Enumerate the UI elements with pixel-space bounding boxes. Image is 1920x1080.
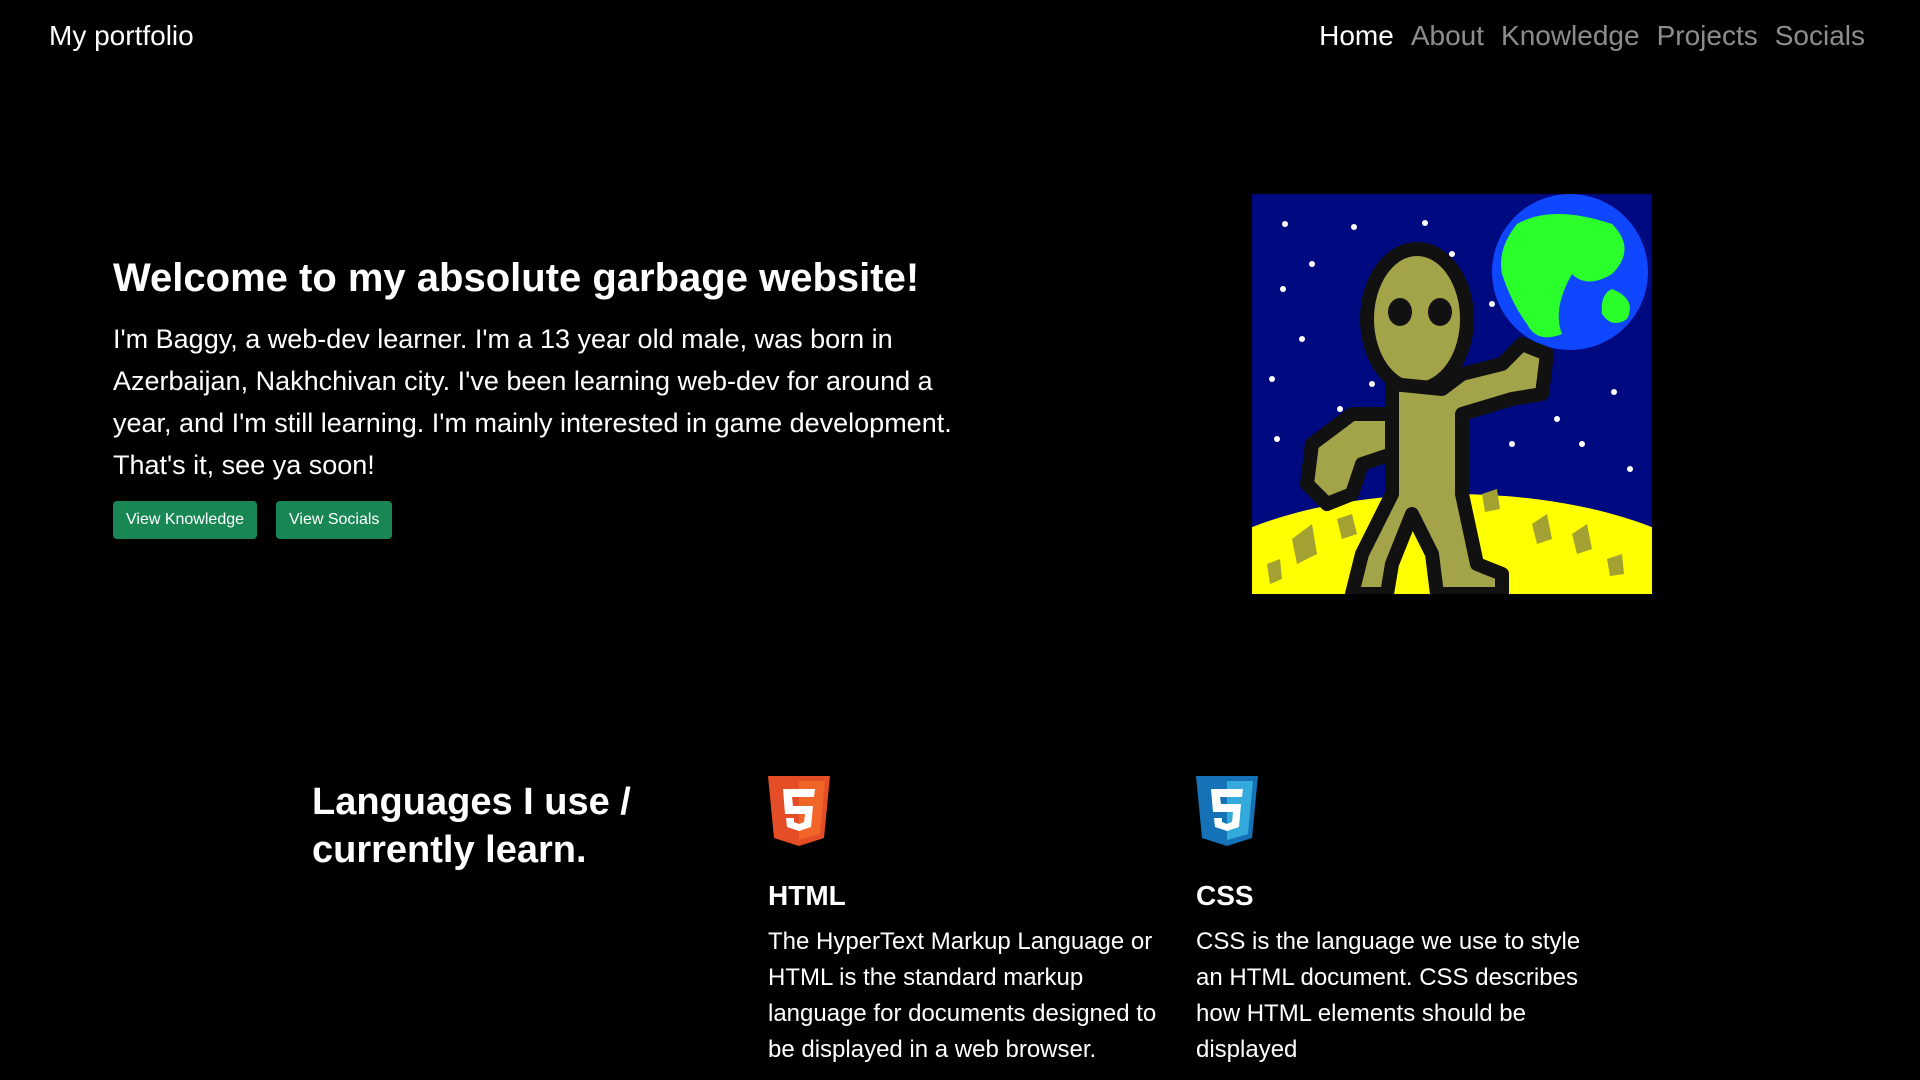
hero-title: Welcome to my absolute garbage website!: [113, 256, 920, 300]
alien-on-moon-image: [1252, 194, 1652, 594]
html5-icon: [768, 776, 830, 846]
nav-links: Home About Knowledge Projects Socials: [1319, 20, 1865, 52]
language-card-html: HTML The HyperText Markup Language or HT…: [768, 776, 1168, 1063]
hero-description: I'm Baggy, a web-dev learner. I'm a 13 y…: [113, 324, 952, 480]
language-card-css: CSS CSS is the language we use to style …: [1196, 776, 1596, 1063]
language-name: CSS: [1196, 880, 1254, 911]
view-knowledge-button[interactable]: View Knowledge: [113, 501, 258, 539]
nav-link-about[interactable]: About: [1411, 20, 1484, 52]
nav-link-socials[interactable]: Socials: [1775, 20, 1865, 52]
brand-link[interactable]: My portfolio: [49, 20, 194, 52]
nav-link-knowledge[interactable]: Knowledge: [1501, 20, 1640, 52]
nav-link-home[interactable]: Home: [1319, 20, 1394, 52]
language-description: The HyperText Markup Language or HTML is…: [768, 928, 1157, 1063]
languages-title: Languages I use / currently learn.: [312, 781, 631, 871]
css3-icon: [1196, 776, 1258, 846]
language-description: CSS is the language we use to style an H…: [1196, 928, 1581, 1063]
nav-link-projects[interactable]: Projects: [1657, 20, 1758, 52]
navbar: My portfolio Home About Knowledge Projec…: [0, 0, 1920, 78]
language-name: HTML: [768, 880, 846, 911]
view-socials-button[interactable]: View Socials: [276, 501, 393, 539]
